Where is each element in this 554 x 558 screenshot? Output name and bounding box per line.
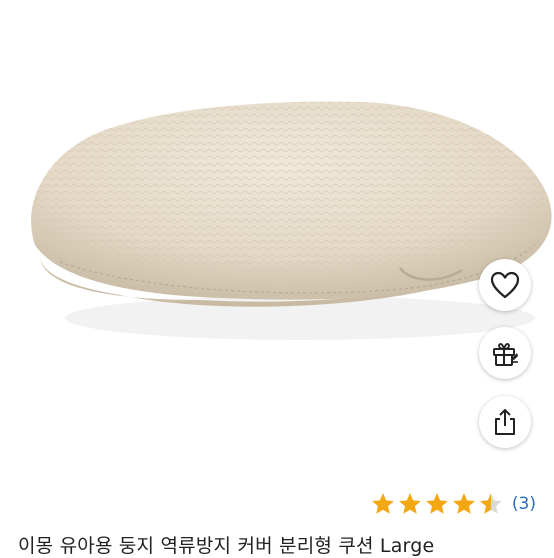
rating-count[interactable]: (3) [512,494,536,514]
share-button[interactable] [479,396,531,448]
gift-icon [490,338,520,368]
favorite-button[interactable] [479,259,531,311]
gift-button[interactable] [479,327,531,379]
rating[interactable]: (3) [370,490,536,518]
star-icon [399,493,421,514]
star-icon [426,493,448,514]
product-image[interactable] [0,0,554,480]
heart-icon [490,271,520,299]
half-star-icon [480,493,502,514]
star-icon [453,493,475,514]
share-icon [491,407,519,437]
star-icon [372,493,394,514]
